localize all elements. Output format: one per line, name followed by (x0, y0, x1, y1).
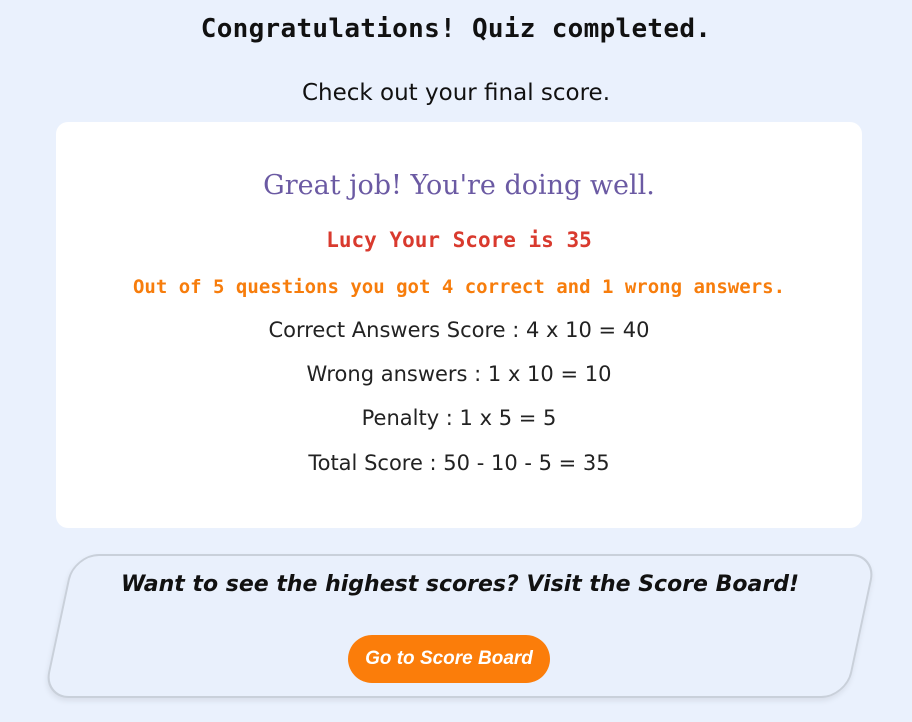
correct-answers-score: Correct Answers Score : 4 x 10 = 40 (268, 318, 650, 342)
total-score: Total Score : 50 - 10 - 5 = 35 (308, 451, 610, 475)
page-title: Congratulations! Quiz completed. (200, 14, 712, 44)
wrong-answers-score: Wrong answers : 1 x 10 = 10 (306, 362, 612, 386)
answers-summary: Out of 5 questions you got 4 correct and… (132, 276, 786, 298)
go-to-score-board-button[interactable]: Go to Score Board (348, 635, 550, 683)
penalty-score: Penalty : 1 x 5 = 5 (361, 406, 557, 430)
score-heading: Lucy Your Score is 35 (326, 228, 592, 252)
feedback-message: Great job! You're doing well. (263, 170, 655, 201)
page-subtitle: Check out your final score. (301, 80, 611, 106)
scoreboard-promo-text: Want to see the highest scores? Visit th… (121, 572, 799, 597)
score-card: Great job! You're doing well. Lucy Your … (56, 122, 862, 528)
